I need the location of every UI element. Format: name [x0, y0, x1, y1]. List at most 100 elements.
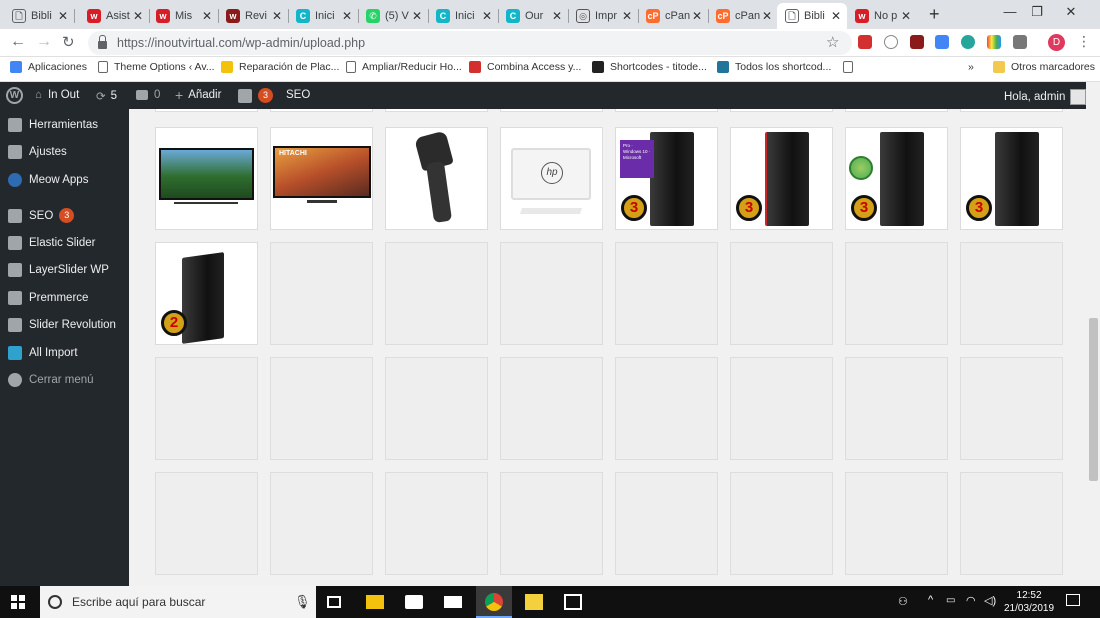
sidebar-item-premmerce[interactable]: Premmerce [0, 284, 129, 311]
media-tile-partial[interactable] [845, 109, 948, 112]
bookmark-item[interactable]: Todos los shortcod... [717, 61, 831, 73]
browser-tab[interactable]: w Asist ✕ [79, 3, 149, 29]
minimize-icon[interactable]: — [995, 4, 1025, 19]
volume-icon[interactable]: ◁) [984, 594, 996, 607]
site-name-link[interactable]: ⌂ In Out [35, 89, 79, 101]
tab-close-icon[interactable]: ✕ [410, 9, 424, 23]
taskbar-clock[interactable]: 12:52 21/03/2019 [1004, 589, 1054, 615]
ublock-extension-icon[interactable] [910, 35, 924, 49]
sidebar-item-ajustes[interactable]: Ajustes [0, 138, 129, 165]
media-tile-partial[interactable] [500, 109, 603, 112]
browser-tab[interactable]: C Our ✕ [498, 3, 568, 29]
tab-close-icon[interactable]: ✕ [340, 9, 354, 23]
url-text[interactable]: https://inoutvirtual.com/wp-admin/upload… [117, 36, 365, 50]
bookmark-star-icon[interactable]: ☆ [826, 33, 839, 51]
calendar-icon[interactable] [564, 594, 582, 610]
tab-close-icon[interactable]: ✕ [550, 9, 564, 23]
media-tile-pc-tower-eco[interactable]: 3 [845, 127, 948, 230]
media-tile-tv-hitachi[interactable]: HITACHI [270, 127, 373, 230]
browser-tab[interactable]: ✆ (5) V ✕ [358, 3, 428, 29]
sidebar-item-herramientas[interactable]: Herramientas [0, 111, 129, 138]
bookmark-item[interactable]: Theme Options ‹ Av... [98, 61, 215, 73]
media-tile-pc-tower-red[interactable]: 3 [730, 127, 833, 230]
eyedropper-extension-icon[interactable] [884, 35, 898, 49]
new-tab-icon[interactable]: + [929, 4, 940, 25]
media-tile-loading[interactable] [730, 472, 833, 575]
wordpress-logo-icon[interactable]: W [6, 87, 23, 104]
tab-close-icon[interactable]: ✕ [829, 9, 843, 23]
media-tile-pc-tower-small[interactable]: 2 [155, 242, 258, 345]
wifi-icon[interactable]: ◠ [966, 594, 976, 607]
scrollbar-thumb[interactable] [1089, 318, 1098, 481]
media-tile-loading[interactable] [500, 357, 603, 460]
sidebar-item-all-import[interactable]: All Import [0, 339, 129, 366]
browser-tab[interactable]: cP cPan ✕ [638, 3, 708, 29]
microphone-icon[interactable]: 🎙︎ [294, 594, 311, 610]
media-tile-loading[interactable] [155, 472, 258, 575]
media-tile-loading[interactable] [845, 242, 948, 345]
taskbar-search-box[interactable]: Escribe aquí para buscar 🎙︎ [40, 586, 316, 618]
tab-close-icon[interactable]: ✕ [270, 9, 284, 23]
mail-icon[interactable] [444, 596, 462, 608]
chrome-taskbar-button[interactable] [476, 586, 512, 618]
media-tile-loading[interactable] [500, 472, 603, 575]
media-tile-loading[interactable] [500, 242, 603, 345]
media-tile-partial[interactable] [730, 109, 833, 112]
sidebar-item-seo[interactable]: SEO 3 [0, 202, 129, 229]
sidebar-item-elastic-slider[interactable]: Elastic Slider [0, 229, 129, 256]
media-tile-loading[interactable] [615, 242, 718, 345]
task-view-icon[interactable] [327, 596, 341, 608]
media-tile-loading[interactable] [730, 357, 833, 460]
comments-link[interactable]: 0 [136, 89, 160, 101]
media-tile-loading[interactable] [270, 472, 373, 575]
forward-icon[interactable]: → [36, 33, 52, 51]
browser-tab[interactable]: 🗋 Bibli ✕ [777, 3, 847, 29]
bookmark-item[interactable]: Ampliar/Reducir Ho... [346, 61, 462, 73]
browser-tab[interactable]: ◎ Impr ✕ [568, 3, 638, 29]
media-tile-barcode-scanner[interactable] [385, 127, 488, 230]
media-tile-loading[interactable] [385, 242, 488, 345]
browser-tab[interactable]: 🗋 Bibli ✕ [4, 3, 74, 29]
people-icon[interactable]: ⚇ [898, 595, 908, 608]
sidebar-item-cerrar-men[interactable]: Cerrar menú [0, 366, 129, 393]
sidebar-item-meow-apps[interactable]: Meow Apps [0, 166, 129, 193]
reload-icon[interactable]: ↻ [62, 33, 75, 51]
browser-tab[interactable]: cP cPan ✕ [708, 3, 778, 29]
translate-extension-icon[interactable] [935, 35, 949, 49]
browser-tab[interactable]: C Inici ✕ [428, 3, 498, 29]
address-bar[interactable]: https://inoutvirtual.com/wp-admin/upload… [88, 31, 852, 55]
bookmark-item[interactable]: Aplicaciones [10, 61, 87, 73]
browser-tab[interactable]: w No p ✕ [847, 3, 917, 29]
profile-avatar[interactable]: D [1048, 34, 1065, 51]
bookmark-item[interactable]: Combina Access y... [469, 61, 581, 73]
bookmark-item[interactable]: Reparación de Plac... [221, 61, 339, 73]
browser-tab[interactable]: C Inici ✕ [288, 3, 358, 29]
media-tile-hp-all-in-one[interactable]: hp [500, 127, 603, 230]
media-tile-partial[interactable] [155, 109, 258, 112]
tab-close-icon[interactable]: ✕ [480, 9, 494, 23]
sticky-notes-icon[interactable] [525, 594, 543, 610]
media-tile-loading[interactable] [845, 357, 948, 460]
code-extension-icon[interactable] [1013, 35, 1027, 49]
file-explorer-icon[interactable] [366, 595, 384, 609]
media-tile-loading[interactable] [385, 472, 488, 575]
other-bookmarks[interactable]: Otros marcadores [993, 61, 1095, 73]
updates-link[interactable]: ⟳ 5 [96, 89, 117, 103]
windows-start-icon[interactable] [11, 595, 25, 609]
media-tile-loading[interactable] [960, 357, 1063, 460]
adblock-extension-icon[interactable] [858, 35, 872, 49]
browser-tab[interactable]: w Mis ✕ [148, 3, 218, 29]
sidebar-item-slider-revolution[interactable]: Slider Revolution [0, 311, 129, 338]
close-window-icon[interactable]: ✕ [1056, 4, 1086, 20]
sidebar-item-layerslider-wp[interactable]: LayerSlider WP [0, 256, 129, 283]
browser-tab[interactable]: w Revi ✕ [218, 3, 288, 29]
store-icon[interactable] [405, 595, 423, 609]
chrome-menu-icon[interactable]: ⋮ [1077, 33, 1091, 50]
tab-close-icon[interactable]: ✕ [760, 9, 774, 23]
media-tile-loading[interactable] [385, 357, 488, 460]
tab-close-icon[interactable]: ✕ [620, 9, 634, 23]
media-tile-loading[interactable] [270, 242, 373, 345]
restore-icon[interactable]: ❐ [1022, 4, 1052, 20]
media-tile-pc-tower-black[interactable]: 3 [960, 127, 1063, 230]
media-tile-loading[interactable] [615, 357, 718, 460]
